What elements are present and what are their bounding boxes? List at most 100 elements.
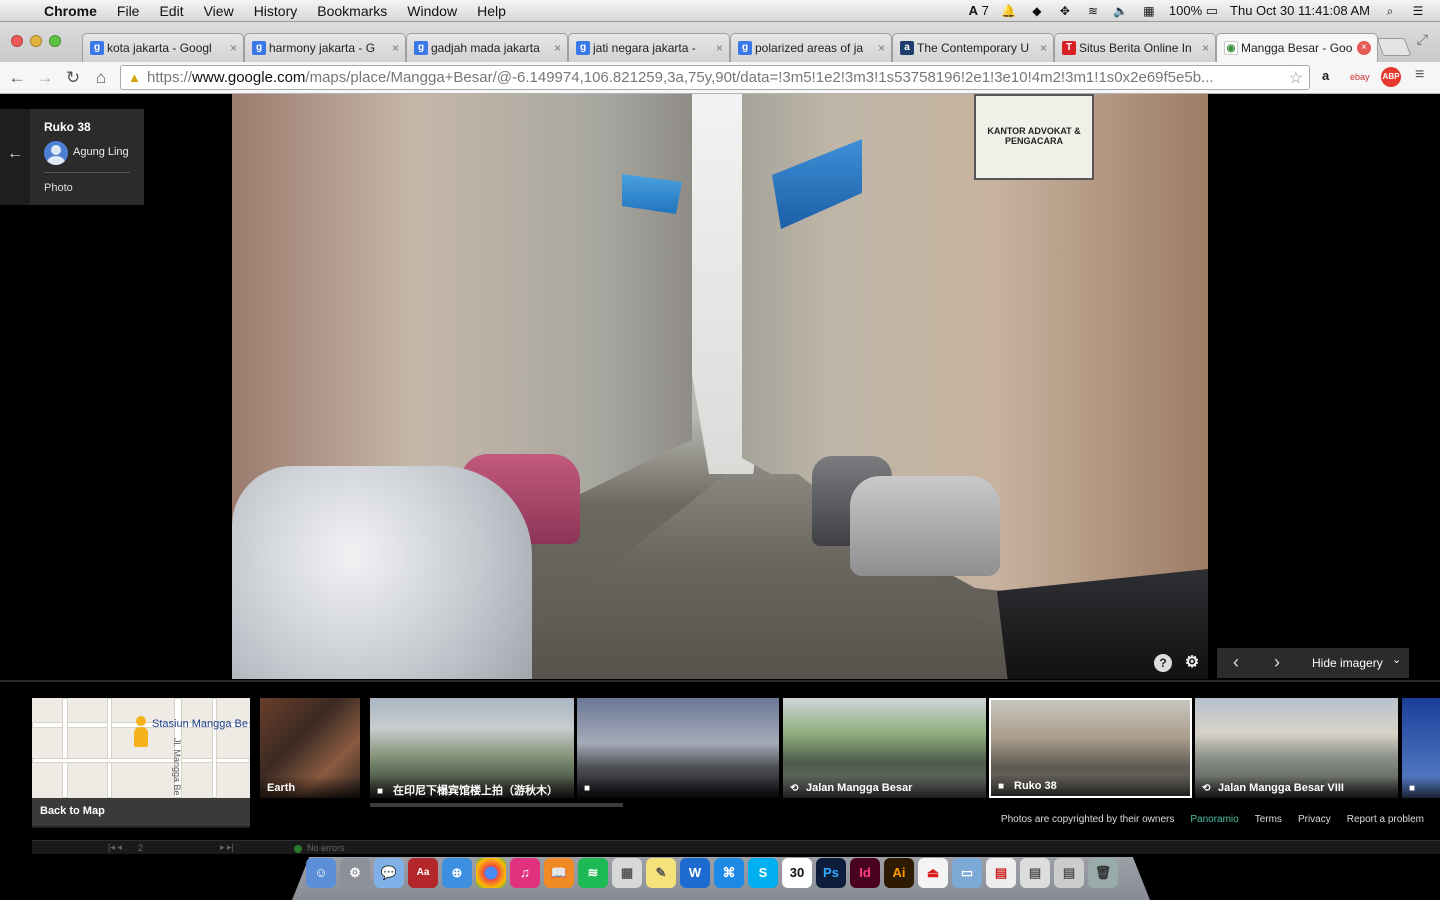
photoshop-icon[interactable]: Ps (816, 858, 846, 888)
tab[interactable]: g harmony jakarta - G × (244, 33, 406, 62)
menu-view[interactable]: View (194, 3, 244, 19)
skype-icon[interactable]: S (748, 858, 778, 888)
back-arrow-icon[interactable]: ← (3, 68, 31, 88)
minimize-window-button[interactable] (30, 35, 42, 47)
tab[interactable]: T Situs Berita Online In × (1054, 33, 1216, 62)
forward-arrow-icon[interactable]: → (31, 68, 59, 88)
system-preferences-icon[interactable]: ⚙ (340, 858, 370, 888)
pdf-document-icon[interactable]: ▤ (986, 858, 1016, 888)
gear-icon[interactable]: ⚙ (1183, 654, 1201, 672)
lock-warning-icon[interactable]: ▲ (128, 70, 141, 85)
tab[interactable]: g polarized areas of ja × (730, 33, 892, 62)
map-thumbnail[interactable]: Stasiun Mangga Be Jl. Mangga Be Back to … (32, 698, 250, 828)
next-photo-chevron-icon[interactable]: › (1262, 652, 1292, 674)
dictionary-icon[interactable]: Aa (408, 858, 438, 888)
ebay-extension-icon[interactable]: ebay (1350, 72, 1370, 82)
messages-icon[interactable]: 💬 (374, 858, 404, 888)
acrobat-icon[interactable]: ⏏ (918, 858, 948, 888)
hide-imagery-button[interactable]: Hide imagery (1312, 656, 1383, 670)
home-icon[interactable]: ⌂ (87, 68, 115, 88)
filmstrip-scrollbar[interactable] (370, 803, 623, 807)
privacy-link[interactable]: Privacy (1298, 814, 1331, 825)
bell-icon[interactable]: 🔔 (1001, 4, 1017, 18)
spotlight-search-icon[interactable]: ⌕ (1382, 4, 1398, 18)
photo-thumbnail[interactable]: ■ (577, 698, 779, 798)
move-icon[interactable]: ✥ (1057, 4, 1073, 18)
mini-map[interactable]: Stasiun Mangga Be Jl. Mangga Be (32, 698, 250, 798)
menu-help[interactable]: Help (467, 3, 516, 19)
document-stack-icon[interactable]: ▤ (1054, 858, 1084, 888)
bookmark-star-icon[interactable]: ☆ (1289, 68, 1303, 88)
menu-edit[interactable]: Edit (149, 3, 193, 19)
safari-icon[interactable]: ⊕ (442, 858, 472, 888)
close-window-button[interactable] (11, 35, 23, 47)
pegman-icon[interactable] (132, 716, 150, 747)
amazon-extension-icon[interactable]: a (1322, 68, 1329, 83)
panoramio-link[interactable]: Panoramio (1190, 814, 1238, 825)
tab[interactable]: g jati negara jakarta - × (568, 33, 730, 62)
menu-history[interactable]: History (244, 3, 308, 19)
ibooks-icon[interactable]: 📖 (544, 858, 574, 888)
previous-photo-chevron-icon[interactable]: ‹ (1221, 652, 1251, 674)
menu-app-name[interactable]: Chrome (40, 3, 107, 19)
avatar[interactable] (44, 141, 68, 165)
spotify-icon[interactable]: ≋ (578, 858, 608, 888)
us-flag-icon[interactable]: ▦ (1141, 4, 1157, 18)
close-tab-icon[interactable]: × (1202, 41, 1209, 55)
close-tab-icon[interactable]: × (1357, 41, 1371, 55)
folder-icon[interactable]: ▭ (952, 858, 982, 888)
stickies-icon[interactable]: ✎ (646, 858, 676, 888)
terms-link[interactable]: Terms (1255, 814, 1282, 825)
page-nav-icons[interactable]: |◂ ◂ (108, 842, 122, 853)
close-tab-icon[interactable]: × (230, 41, 237, 55)
tab[interactable]: g gadjah mada jakarta × (406, 33, 568, 62)
chrome-menu-icon[interactable]: ≡ (1415, 66, 1424, 84)
close-tab-icon[interactable]: × (554, 41, 561, 55)
place-title[interactable]: Ruko 38 (44, 120, 91, 134)
indesign-icon[interactable]: Id (850, 858, 880, 888)
calendar-icon[interactable]: 30 (782, 858, 812, 888)
clock[interactable]: Thu Oct 30 11:41:08 AM (1230, 3, 1370, 18)
page-number[interactable]: 2 (138, 843, 143, 853)
calculator-icon[interactable]: ▦ (612, 858, 642, 888)
back-arrow-icon[interactable]: ← (0, 109, 30, 205)
network-icon[interactable]: ⌘ (714, 858, 744, 888)
new-tab-button[interactable] (1376, 38, 1412, 56)
document-icon[interactable]: ▤ (1020, 858, 1050, 888)
earth-thumbnail[interactable]: Earth (260, 698, 360, 798)
menu-file[interactable]: File (107, 3, 150, 19)
chevron-down-icon[interactable]: ⌄ (1392, 653, 1401, 666)
close-tab-icon[interactable]: × (392, 41, 399, 55)
trash-icon[interactable]: 🗑 (1088, 858, 1118, 888)
tab-active[interactable]: ◉ Mangga Besar - Goo × (1216, 33, 1378, 62)
adobe-status-icon[interactable]: A 7 (969, 3, 989, 18)
chrome-icon[interactable] (476, 858, 506, 888)
adblock-plus-icon[interactable]: ABP (1381, 67, 1401, 87)
reload-icon[interactable]: ↻ (59, 68, 87, 88)
tab[interactable]: g kota jakarta - Googl × (82, 33, 244, 62)
photo-thumbnail[interactable]: ■ (1402, 698, 1440, 798)
zoom-window-button[interactable] (49, 35, 61, 47)
report-problem-link[interactable]: Report a problem (1347, 814, 1424, 825)
photo-thumbnail[interactable]: ■ 在印尼下榻宾馆楼上拍（游秋木） (370, 698, 574, 798)
battery-status[interactable]: 100% ▭ (1169, 3, 1218, 19)
close-tab-icon[interactable]: × (878, 41, 885, 55)
wifi-icon[interactable]: ≋ (1085, 4, 1101, 18)
address-bar[interactable]: ▲ https://www.google.com/maps/place/Mang… (120, 65, 1310, 90)
street-photo[interactable]: KANTOR ADVOKAT & PENGACARA ? ⚙ (232, 94, 1208, 679)
itunes-icon[interactable]: ♫ (510, 858, 540, 888)
streetview-thumbnail[interactable]: ⟲ Jalan Mangga Besar (783, 698, 986, 798)
word-icon[interactable]: W (680, 858, 710, 888)
photo-thumbnail-selected[interactable]: ■ Ruko 38 (989, 698, 1192, 798)
menu-bookmarks[interactable]: Bookmarks (307, 3, 397, 19)
close-tab-icon[interactable]: × (1040, 41, 1047, 55)
illustrator-icon[interactable]: Ai (884, 858, 914, 888)
streetview-thumbnail[interactable]: ⟲ Jalan Mangga Besar VIII (1195, 698, 1398, 798)
photo-author[interactable]: Agung Ling (73, 146, 129, 158)
close-tab-icon[interactable]: × (716, 41, 723, 55)
notification-center-icon[interactable]: ☰ (1410, 4, 1426, 18)
menu-window[interactable]: Window (397, 3, 467, 19)
tab[interactable]: a The Contemporary U × (892, 33, 1054, 62)
finder-icon[interactable]: ☺ (306, 858, 336, 888)
back-to-map-button[interactable]: Back to Map (32, 798, 250, 826)
